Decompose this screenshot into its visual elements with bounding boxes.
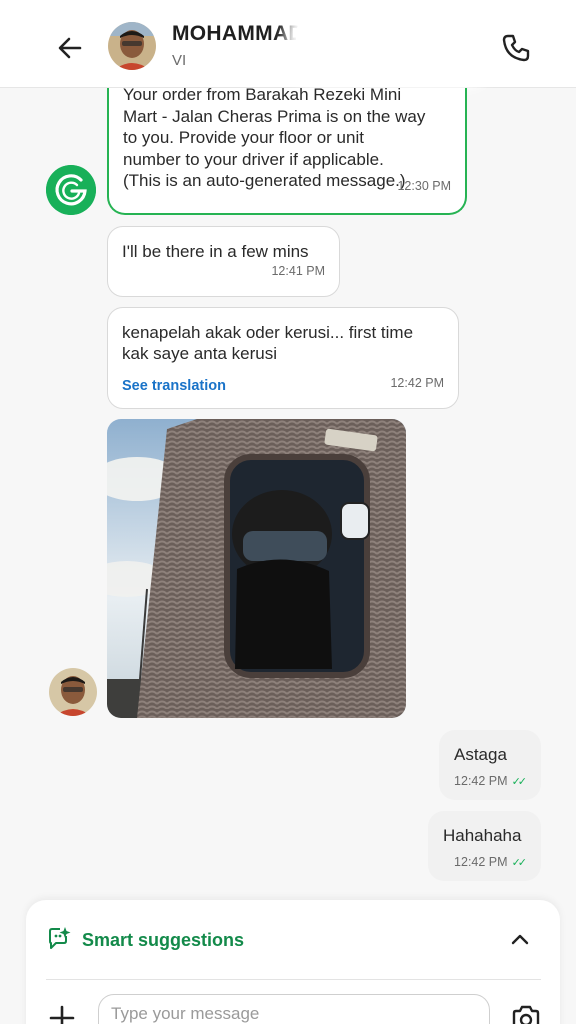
message-timestamp: 12:42 PM ✓✓ [454, 774, 528, 788]
camera-icon[interactable] [510, 1004, 542, 1024]
outgoing-message: Hahahaha 12:42 PM ✓✓ [428, 811, 541, 881]
read-ticks-icon: ✓✓ [511, 776, 528, 788]
message-text-line: kenapelah akak oder kerusi... first time [122, 323, 414, 342]
outgoing-message: Astaga 12:42 PM ✓✓ [439, 730, 541, 800]
message-text: Astaga [454, 745, 507, 764]
chat-header: MOHAMMAD I VI [0, 0, 576, 88]
chevron-up-icon[interactable] [508, 928, 532, 952]
contact-subtitle: VI [172, 52, 187, 69]
composer-panel: Smart suggestions [26, 900, 560, 1024]
image-message[interactable] [107, 419, 406, 718]
system-message-line: Your order from Barakah Rezeki Mini [123, 88, 402, 104]
incoming-message: kenapelah akak oder kerusi... first time… [107, 307, 459, 409]
message-input[interactable] [98, 994, 490, 1024]
timestamp-text: 12:42 PM [454, 774, 508, 788]
incoming-message: I'll be there in a few mins 12:41 PM [107, 226, 340, 297]
message-timestamp: 12:42 PM [390, 376, 444, 390]
contact-avatar-small[interactable] [49, 668, 97, 716]
message-text: Hahahaha [443, 826, 522, 845]
timestamp-text: 12:42 PM [454, 855, 508, 869]
divider [46, 979, 541, 980]
contact-name: MOHAMMAD I [172, 22, 317, 45]
message-timestamp: 12:30 PM [397, 179, 451, 193]
system-message: Your order from Barakah Rezeki Mini Mart… [107, 88, 467, 215]
redaction-overlay [296, 14, 486, 78]
phone-call-icon[interactable] [498, 30, 534, 66]
system-message-line: Mart - Jalan Cheras Prima is on the way [123, 106, 426, 126]
see-translation-link[interactable]: See translation [122, 376, 226, 397]
contact-avatar[interactable] [108, 22, 156, 70]
message-timestamp: 12:42 PM ✓✓ [454, 855, 528, 869]
sparkle-chat-icon [49, 927, 71, 949]
smart-suggestions-label: Smart suggestions [82, 930, 245, 950]
back-arrow-icon[interactable] [52, 30, 88, 66]
grab-logo-icon [46, 165, 96, 215]
plus-icon[interactable] [48, 1004, 76, 1024]
message-text-line: kak saye anta kerusi [122, 344, 277, 363]
message-timestamp: 12:41 PM [271, 264, 325, 278]
message-list[interactable]: Your order from Barakah Rezeki Mini Mart… [0, 88, 576, 900]
system-message-line: number to your driver if applicable. [123, 149, 384, 169]
system-message-line: to you. Provide your floor or unit [123, 128, 364, 147]
message-text: I'll be there in a few mins [122, 242, 309, 261]
read-ticks-icon: ✓✓ [511, 857, 528, 869]
smart-suggestions-toggle[interactable]: Smart suggestions [26, 900, 560, 980]
